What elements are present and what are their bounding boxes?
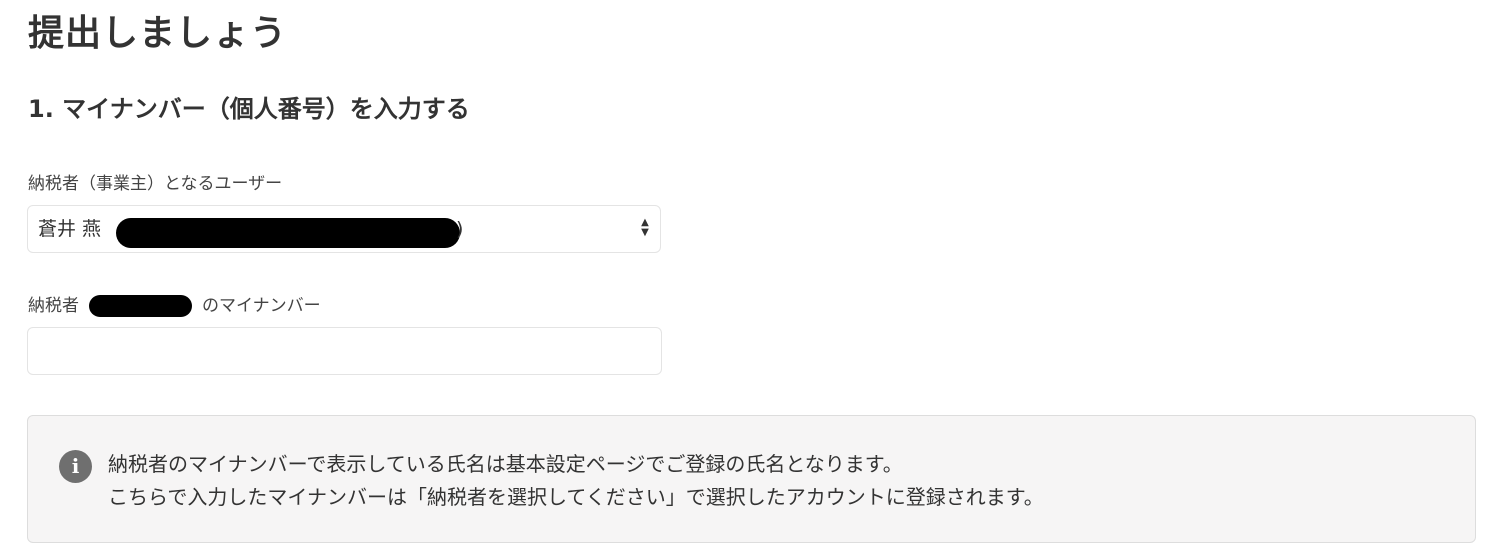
info-text-line-1: 納税者のマイナンバーで表示している氏名は基本設定ページでご登録の氏名となります。 <box>108 452 903 476</box>
user-select-label: 納税者（事業主）となるユーザー <box>28 172 282 196</box>
info-text-line-2: こちらで入力したマイナンバーは「納税者を選択してください」で選択したアカウントに… <box>108 485 1044 509</box>
info-notice: i 納税者のマイナンバーで表示している氏名は基本設定ページでご登録の氏名となりま… <box>27 415 1476 543</box>
mynumber-input[interactable] <box>27 327 662 375</box>
user-select[interactable]: 蒼井 燕 ) ▲ ▼ <box>27 205 661 253</box>
mynumber-label-suffix: のマイナンバー <box>202 296 321 316</box>
user-select-value-suffix: ) <box>456 218 464 240</box>
mynumber-label: 納税者 のマイナンバー <box>28 294 321 318</box>
user-select-label-text: 納税者（事業主）となるユーザー <box>28 174 283 194</box>
user-select-value: 蒼井 燕 <box>38 218 102 240</box>
mynumber-label-prefix: 納税者 <box>28 296 79 316</box>
section-title: 1. マイナンバー（個人番号）を入力する <box>28 95 470 123</box>
page-title: 提出しましょう <box>28 13 288 54</box>
info-icon: i <box>59 450 92 483</box>
redacted-name <box>116 218 460 248</box>
select-arrows-icon: ▲ ▼ <box>641 217 649 238</box>
redacted-name <box>89 295 192 317</box>
